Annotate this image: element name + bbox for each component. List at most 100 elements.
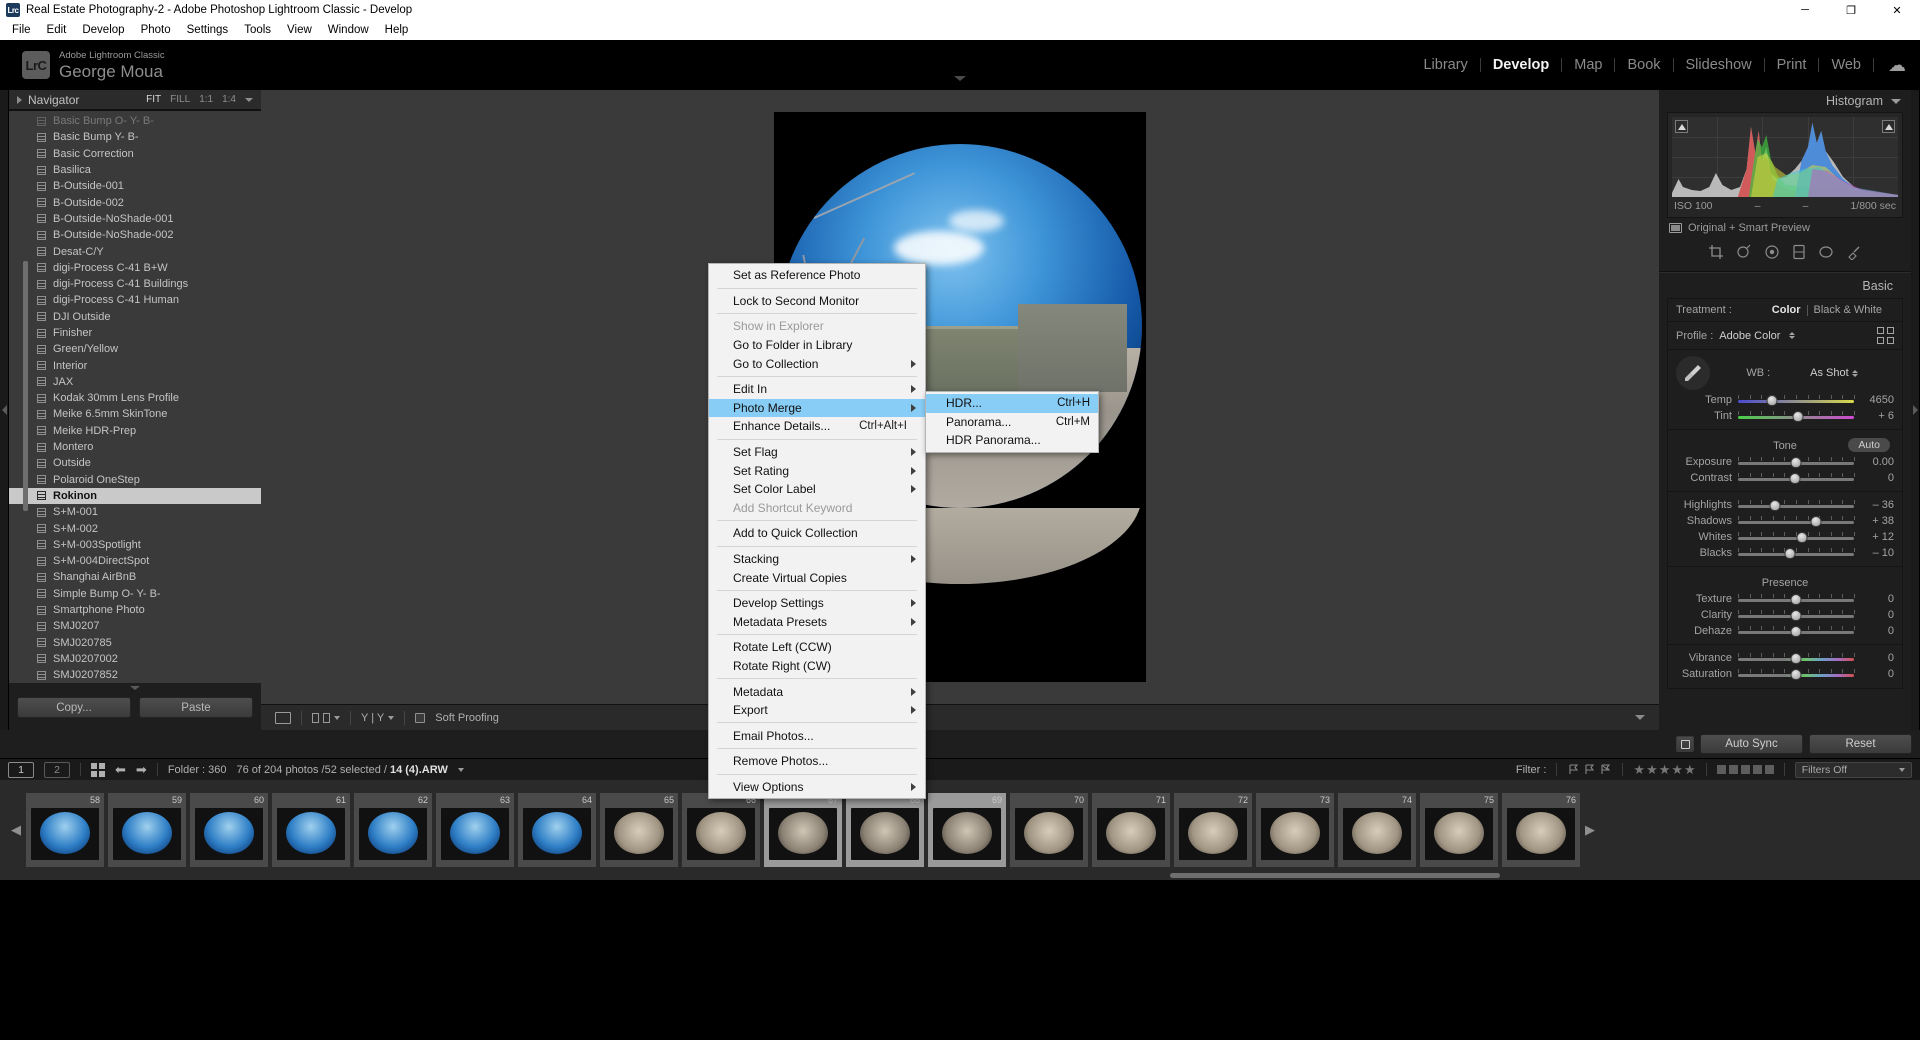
slider-highlights[interactable]: Highlights – 36 [1668, 497, 1902, 513]
slider-blacks[interactable]: Blacks – 10 [1668, 545, 1902, 561]
submenu-item[interactable]: HDR... Ctrl+H [926, 394, 1098, 413]
profile-value[interactable]: Adobe Color [1719, 330, 1780, 342]
menu-tools[interactable]: Tools [236, 22, 279, 38]
module-map[interactable]: Map [1562, 57, 1614, 73]
filmstrip-thumbnail[interactable]: 64 [518, 793, 596, 867]
wb-value[interactable]: As Shot [1810, 367, 1849, 379]
slider-value[interactable]: 4650 [1860, 394, 1894, 406]
before-after-button[interactable] [312, 712, 340, 723]
context-menu-item[interactable]: Export [709, 701, 925, 720]
preset-item[interactable]: Montero [9, 439, 261, 455]
preset-item[interactable]: DJI Outside [9, 309, 261, 325]
preset-item[interactable]: Simple Bump O- Y- B- [9, 586, 261, 602]
preset-item[interactable]: Rokinon [9, 487, 261, 505]
preset-item[interactable]: S+M-003Spotlight [9, 537, 261, 553]
slider-tint[interactable]: Tint + 6 [1668, 408, 1902, 424]
filmstrip-thumbnail[interactable]: 68 [846, 793, 924, 867]
zoom-level-1-4[interactable]: 1:4 [222, 94, 236, 105]
slider-value[interactable]: 0.00 [1860, 456, 1894, 468]
preset-list-scroll-area[interactable]: Basic Bump O- Y- B- Basic Bump Y- B- Basic… [9, 110, 261, 683]
preset-item[interactable]: B-Outside-001 [9, 178, 261, 194]
filmstrip-thumbnail[interactable]: 58 [26, 793, 104, 867]
context-menu-item[interactable]: Metadata Presets [709, 613, 925, 632]
slider-value[interactable]: – 36 [1860, 499, 1894, 511]
preset-item[interactable]: SMJ020785 [9, 635, 261, 651]
treatment-bw-option[interactable]: Black & White [1814, 304, 1882, 316]
filmstrip-scroll-left[interactable]: ◀ [10, 780, 22, 880]
histogram-graph[interactable] [1672, 117, 1898, 197]
auto-tone-button[interactable]: Auto [1848, 438, 1890, 452]
menu-file[interactable]: File [4, 22, 39, 38]
highlight-clipping-button[interactable] [1882, 120, 1895, 133]
module-book[interactable]: Book [1615, 57, 1672, 73]
preset-item[interactable]: Basilica [9, 162, 261, 178]
context-menu-item[interactable]: Rotate Left (CCW) [709, 638, 925, 657]
menu-window[interactable]: Window [320, 22, 377, 38]
preset-item[interactable]: Meike HDR-Prep [9, 423, 261, 439]
preset-item[interactable]: Polaroid OneStep [9, 472, 261, 488]
reset-button[interactable]: Reset [1809, 734, 1912, 754]
screen-2-button[interactable]: 2 [44, 761, 70, 778]
preset-item[interactable]: digi-Process C-41 Buildings [9, 276, 261, 292]
slider-dehaze[interactable]: Dehaze 0 [1668, 623, 1902, 639]
filmstrip-thumbnail[interactable]: 60 [190, 793, 268, 867]
filmstrip-thumbnail[interactable]: 69 [928, 793, 1006, 867]
preset-item[interactable]: digi-Process C-41 B+W [9, 260, 261, 276]
cloud-sync-icon[interactable]: ☁ [1888, 55, 1906, 76]
slider-track[interactable] [1738, 668, 1855, 680]
preset-item[interactable]: Basic Correction [9, 146, 261, 162]
filmstrip-thumbnail[interactable]: 72 [1174, 793, 1252, 867]
red-eye-tool-icon[interactable] [1764, 244, 1780, 265]
filmstrip-thumbnail[interactable]: 71 [1092, 793, 1170, 867]
histogram-header[interactable]: Histogram [1659, 90, 1911, 112]
module-develop[interactable]: Develop [1481, 57, 1561, 73]
preset-item[interactable]: Outside [9, 455, 261, 471]
slider-track[interactable] [1738, 652, 1855, 664]
preset-item[interactable]: JAX [9, 374, 261, 390]
slider-whites[interactable]: Whites + 12 [1668, 529, 1902, 545]
context-menu-item[interactable]: Enhance Details... Ctrl+Alt+I [709, 417, 925, 436]
preset-item[interactable]: Kodak 30mm Lens Profile [9, 390, 261, 406]
filmstrip-thumbnail[interactable]: 62 [354, 793, 432, 867]
right-panel-collapse-tab[interactable] [1911, 90, 1920, 730]
slider-handle[interactable] [1766, 395, 1778, 406]
menu-help[interactable]: Help [377, 22, 417, 38]
preset-item[interactable]: B-Outside-NoShade-002 [9, 227, 261, 243]
slider-value[interactable]: – 10 [1860, 547, 1894, 559]
preset-item[interactable]: Basic Bump O- Y- B- [9, 113, 261, 129]
navigator-header[interactable]: Navigator FIT FILL 1:1 1:4 [9, 90, 261, 110]
slider-track[interactable] [1738, 609, 1855, 621]
slider-temp[interactable]: Temp 4650 [1668, 392, 1902, 408]
preset-item[interactable]: Desat-C/Y [9, 243, 261, 259]
crop-tool-icon[interactable] [1708, 244, 1724, 265]
preset-item[interactable]: Basic Bump Y- B- [9, 129, 261, 145]
filmstrip-thumbnail[interactable]: 76 [1502, 793, 1580, 867]
context-menu-item[interactable]: Set Flag [709, 443, 925, 462]
slider-shadows[interactable]: Shadows + 38 [1668, 513, 1902, 529]
graduated-filter-tool-icon[interactable] [1792, 244, 1806, 265]
zoom-level-1-1[interactable]: 1:1 [199, 94, 213, 105]
filmstrip-thumbnail[interactable]: 66 [682, 793, 760, 867]
context-menu-item[interactable]: Set as Reference Photo [709, 266, 925, 285]
identity-plate[interactable]: LrC Adobe Lightroom Classic George Moua [14, 50, 165, 81]
zoom-level-fit[interactable]: FIT [146, 94, 161, 105]
zoom-dropdown-icon[interactable] [245, 97, 253, 102]
copy-compare-button[interactable]: Y | Y [361, 712, 395, 724]
shadow-clipping-button[interactable] [1675, 120, 1688, 133]
slider-handle[interactable] [1810, 516, 1822, 527]
slider-handle[interactable] [1784, 548, 1796, 559]
slider-value[interactable]: 0 [1860, 472, 1894, 484]
submenu-item[interactable]: HDR Panorama... [926, 431, 1098, 450]
context-menu-item[interactable]: Go to Folder in Library [709, 336, 925, 355]
slider-handle[interactable] [1769, 500, 1781, 511]
grid-view-icon[interactable] [91, 762, 105, 777]
previous-photo-icon[interactable]: ⬅ [115, 762, 126, 778]
preset-item[interactable]: S+M-004DirectSpot [9, 553, 261, 569]
context-menu-item[interactable]: Metadata [709, 682, 925, 701]
slider-value[interactable]: + 12 [1860, 531, 1894, 543]
preset-item[interactable]: Interior [9, 357, 261, 373]
slider-track[interactable] [1738, 625, 1855, 637]
flag-filter-group[interactable] [1567, 763, 1612, 776]
context-menu-item[interactable]: Email Photos... [709, 726, 925, 745]
filmstrip-thumbnail[interactable]: 59 [108, 793, 186, 867]
